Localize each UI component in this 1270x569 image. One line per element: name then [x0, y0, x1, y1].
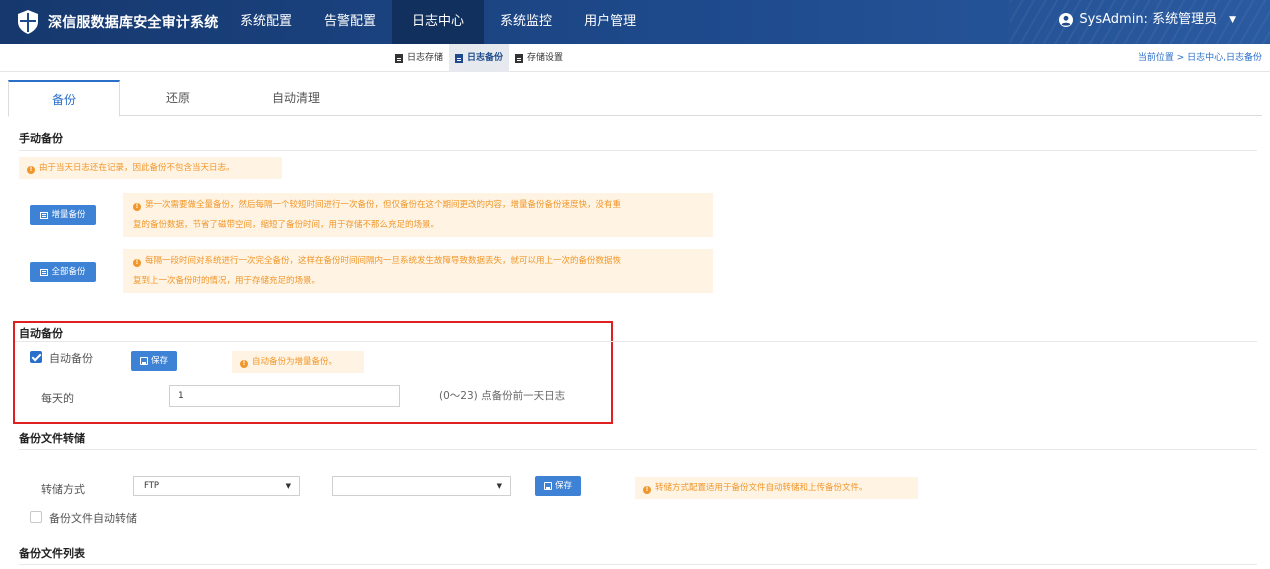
full-backup-label: 全部备份 — [51, 267, 86, 277]
info-icon: ! — [27, 166, 35, 174]
chevron-down-icon: ▼ — [496, 482, 502, 490]
tab-bar: 备份 还原 自动清理 — [8, 80, 1262, 117]
divider — [19, 449, 1257, 450]
info-icon: ! — [133, 203, 141, 211]
incremental-backup-description: ! 第一次需要做全量备份，然后每隔一个较短时间进行一次备份，但仅备份在这个期间更改… — [123, 193, 713, 237]
divider — [15, 341, 1257, 342]
transfer-method-label: 转储方式 — [41, 483, 85, 496]
document-icon — [395, 53, 403, 63]
auto-backup-checkbox-label: 自动备份 — [49, 352, 93, 365]
chevron-down-icon: ▼ — [285, 482, 291, 490]
full-backup-description: ! 每隔一段时间对系统进行一次完全备份，这样在备份时间间隔内一旦系统发生故障导致数… — [123, 249, 713, 293]
info-icon: ! — [133, 259, 141, 267]
auto-transfer-checkbox-label: 备份文件自动转储 — [49, 512, 137, 525]
full-backup-button[interactable]: 全部备份 — [30, 262, 96, 282]
daily-label: 每天的 — [41, 392, 74, 405]
subnav-label: 存储设置 — [527, 53, 564, 63]
incremental-desc-line-1: 第一次需要做全量备份，然后每隔一个较短时间进行一次备份，但仅备份在这个期间更改的… — [145, 200, 622, 210]
subnav-log-storage[interactable]: 日志存储 — [389, 44, 449, 72]
save-label: 保存 — [150, 356, 168, 366]
manual-notice: ! 由于当天日志还在记录，因此备份不包含当天日志。 — [19, 157, 282, 179]
divider — [19, 150, 1257, 151]
document-icon — [515, 53, 524, 63]
save-label: 保存 — [554, 481, 572, 491]
subnav-log-backup[interactable]: 日志备份 — [449, 44, 510, 72]
user-icon — [1059, 13, 1074, 27]
auto-backup-notice: ! 自动备份为增量备份。 — [232, 351, 364, 373]
nav-alarm-config[interactable]: 告警配置 — [308, 0, 392, 44]
auto-transfer-checkbox[interactable] — [30, 511, 42, 523]
save-icon — [543, 482, 552, 490]
main-nav: 系统配置 告警配置 日志中心 系统监控 用户管理 — [224, 0, 652, 44]
document-icon — [455, 53, 464, 63]
transfer-method-select[interactable]: FTP ▼ — [133, 476, 300, 496]
auto-backup-checkbox[interactable] — [30, 351, 42, 363]
top-navbar: 深信服数据库安全审计系统 系统配置 告警配置 日志中心 系统监控 用户管理 Sy… — [0, 0, 1270, 44]
subnav-label: 日志存储 — [407, 53, 444, 63]
list-icon — [40, 268, 49, 276]
backup-hour-hint: (0～23) 点备份前一天日志 — [439, 390, 566, 402]
manual-notice-text: 由于当天日志还在记录，因此备份不包含当天日志。 — [39, 163, 235, 173]
auto-backup-notice-text: 自动备份为增量备份。 — [252, 357, 338, 367]
incremental-backup-button[interactable]: 增量备份 — [30, 205, 96, 225]
tab-auto-clean[interactable]: 自动清理 — [236, 80, 356, 116]
breadcrumb: 当前位置 > 日志中心,日志备份 — [1137, 53, 1262, 63]
user-menu[interactable]: SysAdmin: 系统管理员 ▼ — [1059, 0, 1236, 40]
divider — [19, 564, 1257, 565]
transfer-notice-text: 转储方式配置适用于备份文件自动转储和上传备份文件。 — [655, 483, 868, 493]
incremental-backup-label: 增量备份 — [51, 210, 86, 220]
shield-logo-icon — [18, 10, 38, 34]
sub-nav: 日志存储 日志备份 存储设置 当前位置 > 日志中心,日志备份 — [0, 44, 1270, 72]
tab-restore[interactable]: 还原 — [120, 80, 236, 116]
info-icon: ! — [240, 360, 248, 368]
nav-system-config[interactable]: 系统配置 — [224, 0, 308, 44]
chevron-down-icon: ▼ — [1229, 15, 1236, 25]
section-title-backup-file-list: 备份文件列表 — [19, 547, 85, 560]
section-title-file-transfer: 备份文件转储 — [19, 432, 85, 445]
subnav-label: 日志备份 — [467, 53, 504, 63]
auto-backup-save-button[interactable]: 保存 — [131, 351, 177, 371]
list-icon — [40, 211, 49, 219]
transfer-target-select[interactable]: ▼ — [332, 476, 511, 496]
brand: 深信服数据库安全审计系统 — [16, 8, 218, 36]
save-icon — [139, 357, 148, 365]
nav-log-center[interactable]: 日志中心 — [392, 0, 485, 44]
backup-hour-input[interactable] — [169, 385, 400, 407]
app-title: 深信服数据库安全审计系统 — [48, 15, 219, 31]
subnav-storage-settings[interactable]: 存储设置 — [509, 44, 569, 72]
transfer-notice: ! 转储方式配置适用于备份文件自动转储和上传备份文件。 — [635, 477, 918, 499]
full-desc-line-1: 每隔一段时间对系统进行一次完全备份，这样在备份时间间隔内一旦系统发生故障导致数据… — [145, 256, 622, 266]
transfer-save-button[interactable]: 保存 — [535, 476, 581, 496]
user-name: SysAdmin: 系统管理员 — [1079, 12, 1218, 27]
transfer-method-value: FTP — [144, 481, 160, 491]
section-title-manual-backup: 手动备份 — [19, 132, 63, 145]
full-desc-line-2: 复到上一次备份时的情况，用于存储充足的场景。 — [133, 276, 321, 286]
nav-user-management[interactable]: 用户管理 — [568, 0, 652, 44]
incremental-desc-line-2: 复的备份数据，节省了磁带空间，缩短了备份时间，用于存储不那么充足的场景。 — [133, 220, 440, 230]
info-icon: ! — [643, 486, 651, 494]
section-title-auto-backup: 自动备份 — [19, 327, 63, 340]
tab-backup[interactable]: 备份 — [8, 80, 120, 117]
nav-system-monitor[interactable]: 系统监控 — [484, 0, 568, 44]
